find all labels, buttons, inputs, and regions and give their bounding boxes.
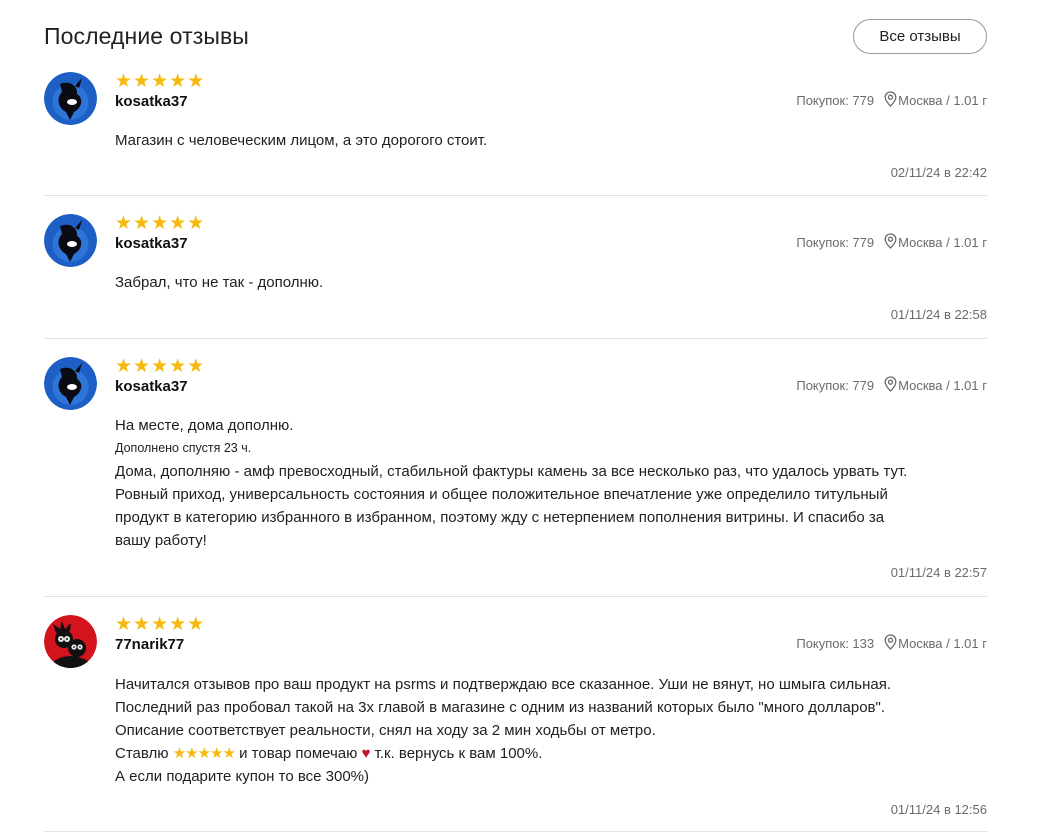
star-icon: ★ <box>169 213 187 234</box>
orca-avatar[interactable] <box>44 357 97 410</box>
review-text-line: На месте, дома дополню. <box>115 417 294 434</box>
star-icon: ★ <box>151 614 169 635</box>
review-text: На месте, дома дополню. Дополнено спустя… <box>115 414 977 552</box>
purchases-count: Покупок: 133 <box>796 636 875 651</box>
star-icon: ★ <box>187 614 205 635</box>
star-icon: ★ <box>133 71 151 92</box>
star-icon: ★ <box>169 71 187 92</box>
text-fragment: и товар помечаю <box>239 745 358 762</box>
text-fragment: т.к. вернусь к вам 100%. <box>374 745 543 762</box>
text-fragment: Ставлю <box>115 745 169 762</box>
username[interactable]: kosatka37 <box>115 235 188 252</box>
location-text: Москва / 1.01 г <box>898 93 987 108</box>
star-icon: ★ <box>115 614 133 635</box>
reviews-page: Последние отзывы Все отзывы ★ ★ ★ ★ ★ kosatk… <box>0 0 1037 833</box>
purchases-count: Покупок: 779 <box>796 378 875 393</box>
review-meta: Покупок: 779 Москва / 1.01 г <box>796 233 987 252</box>
star-icon: ★ <box>151 71 169 92</box>
rating-stars: ★ ★ ★ ★ ★ <box>115 614 205 635</box>
review-meta: Покупок: 133 Москва / 1.01 г <box>796 634 987 653</box>
location-pin-icon <box>884 91 897 110</box>
review-date: 01/11/24 в 22:58 <box>890 307 987 322</box>
review-meta: Покупок: 779 Москва / 1.01 г <box>796 91 987 110</box>
star-icon: ★ <box>187 356 205 377</box>
location-pin-icon <box>884 634 897 653</box>
heart-icon: ♥ <box>361 745 371 762</box>
review-text-line: Ставлю ★★★★★ и товар помечаю ♥ т.к. верн… <box>115 742 977 765</box>
review-text: Забрал, что не так - дополню. <box>115 274 324 291</box>
star-icon: ★ <box>115 213 133 234</box>
star-icon: ★ <box>133 614 151 635</box>
review-date: 01/11/24 в 12:56 <box>890 802 987 817</box>
star-icon: ★ <box>115 71 133 92</box>
rating-stars: ★ ★ ★ ★ ★ <box>115 356 205 377</box>
orca-avatar[interactable] <box>44 214 97 267</box>
review-item: ★ ★ ★ ★ ★ kosatka37 Покупок: 779 Москва / 1.… <box>44 196 987 339</box>
review-item: ★ ★ ★ ★ ★ kosatka37 Покупок: 779 Москва / 1.… <box>44 72 987 196</box>
rating-stars: ★ ★ ★ ★ ★ <box>115 213 205 234</box>
all-reviews-button[interactable]: Все отзывы <box>853 18 987 54</box>
addendum-line: Ровный приход, универсальность состояния… <box>115 486 888 503</box>
star-icon: ★ <box>187 213 205 234</box>
cartoon-avatar[interactable] <box>44 615 97 668</box>
review-text-line: Описание соответствует реальности, снял … <box>115 722 656 739</box>
page-title: Последние отзывы <box>44 22 249 49</box>
purchases-count: Покупок: 779 <box>796 235 875 250</box>
orca-avatar[interactable] <box>44 72 97 125</box>
review-item: ★ ★ ★ ★ ★ kosatka37 Покупок: 779 Москва / 1.… <box>44 339 987 597</box>
star-icon: ★ <box>169 614 187 635</box>
location-text: Москва / 1.01 г <box>898 636 987 651</box>
username[interactable]: kosatka37 <box>115 93 188 110</box>
star-icon: ★ <box>133 356 151 377</box>
review-date: 01/11/24 в 22:57 <box>890 565 987 580</box>
review-item: ★ ★ ★ ★ ★ 77narik77 Покупок: 133 Москва / 1.… <box>44 597 987 832</box>
review-text-line: Последний раз пробовал такой на 3х главо… <box>115 699 886 716</box>
review-text-line: А если подарите купон то все 300%) <box>115 768 370 785</box>
review-text: Магазин с человеческим лицом, а это доро… <box>115 132 488 149</box>
star-icon: ★ <box>151 213 169 234</box>
star-icon: ★ <box>187 71 205 92</box>
star-icon: ★ <box>151 356 169 377</box>
location-text: Москва / 1.01 г <box>898 235 987 250</box>
addendum-label: Дополнено спустя 23 ч. <box>115 441 252 455</box>
addendum-line: вашу работу! <box>115 532 207 549</box>
review-text: Начитался отзывов про ваш продукт на psr… <box>115 673 977 788</box>
review-date: 02/11/24 в 22:42 <box>890 165 987 180</box>
rating-stars: ★ ★ ★ ★ ★ <box>115 71 205 92</box>
location-pin-icon <box>884 376 897 395</box>
inline-stars-icon: ★★★★★ <box>172 745 236 762</box>
location-pin-icon <box>884 233 897 252</box>
purchases-count: Покупок: 779 <box>796 93 875 108</box>
username[interactable]: 77narik77 <box>115 636 184 653</box>
location-text: Москва / 1.01 г <box>898 378 987 393</box>
star-icon: ★ <box>133 213 151 234</box>
star-icon: ★ <box>169 356 187 377</box>
star-icon: ★ <box>115 356 133 377</box>
addendum-line: продукт в категорию избранного в избранн… <box>115 509 885 526</box>
review-text-line: Начитался отзывов про ваш продукт на psr… <box>115 676 891 693</box>
reviews-header: Последние отзывы Все отзывы <box>44 0 987 72</box>
addendum-line: Дома, дополняю - амф превосходный, стаби… <box>115 463 908 480</box>
review-meta: Покупок: 779 Москва / 1.01 г <box>796 376 987 395</box>
username[interactable]: kosatka37 <box>115 378 188 395</box>
